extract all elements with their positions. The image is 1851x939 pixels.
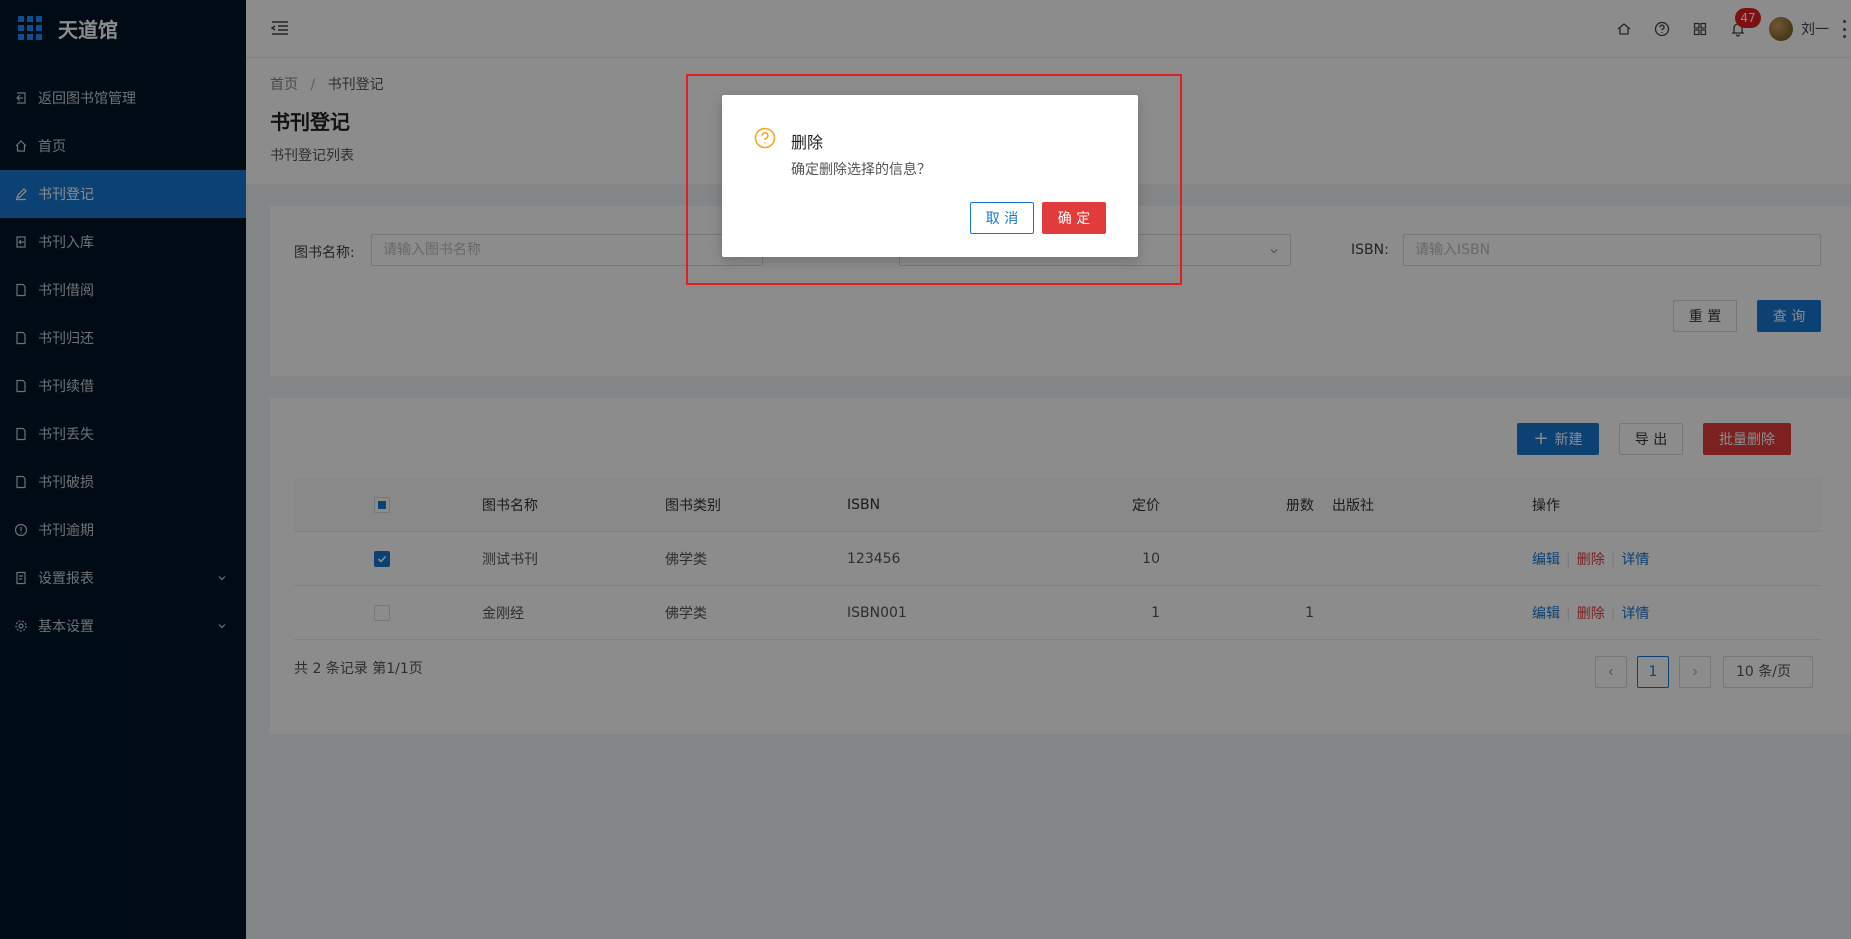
highlight-box bbox=[686, 74, 1182, 285]
